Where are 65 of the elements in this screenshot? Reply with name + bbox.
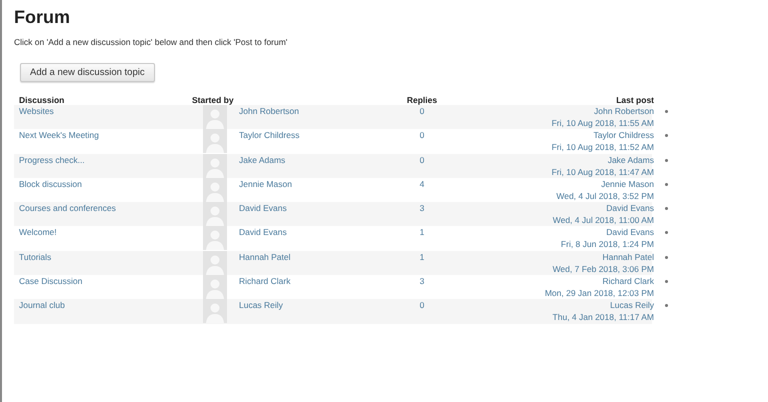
last-post-author-link[interactable]: Jake Adams	[608, 154, 654, 166]
page-title: Forum	[14, 6, 71, 28]
author-link[interactable]: David Evans	[239, 226, 287, 238]
discussion-link[interactable]: Websites	[19, 105, 54, 117]
discussion-link[interactable]: Journal club	[19, 299, 65, 312]
column-header: Started by	[192, 95, 235, 105]
author-link[interactable]: David Evans	[239, 202, 287, 214]
discussion-link[interactable]: Block discussion	[19, 178, 82, 190]
discussion-link[interactable]: Case Discussion	[19, 275, 82, 288]
discussion-link[interactable]: Progress check...	[19, 154, 85, 166]
add-discussion-button[interactable]: Add a new discussion topic	[20, 63, 155, 82]
last-post-date-link[interactable]: Fri, 10 Aug 2018, 11:47 AM	[552, 166, 654, 178]
last-post-date-link[interactable]: Wed, 4 Jul 2018, 11:00 AM	[552, 214, 654, 226]
author-link[interactable]: Richard Clark	[239, 275, 290, 288]
avatar-icon	[203, 226, 227, 250]
author-link[interactable]: Lucas Reily	[239, 299, 283, 312]
avatar-icon	[203, 178, 227, 202]
column-header: Discussion	[18, 95, 66, 105]
column-header: Replies	[406, 95, 438, 105]
last-post-date-link[interactable]: Thu, 4 Jan 2018, 11:17 AM	[552, 311, 654, 324]
bullet-icon	[664, 280, 668, 284]
bullet-icon	[664, 304, 668, 308]
bullet-icon	[664, 134, 668, 138]
avatar-icon	[203, 275, 227, 300]
column-header: Last post	[615, 95, 654, 105]
discussion-link[interactable]: Next Week's Meeting	[19, 129, 99, 142]
author-link[interactable]: Jennie Mason	[239, 178, 292, 190]
bullet-icon	[664, 182, 668, 186]
last-post-date-link[interactable]: Fri, 8 Jun 2018, 1:24 PM	[560, 238, 654, 250]
replies-link[interactable]: 1	[420, 250, 424, 263]
replies-link[interactable]: 0	[420, 154, 424, 166]
replies-link[interactable]: 0	[420, 105, 424, 117]
bullet-icon	[664, 256, 668, 259]
avatar-icon	[203, 129, 227, 154]
bullet-icon	[664, 110, 668, 113]
discussion-link[interactable]: Courses and conferences	[19, 202, 116, 214]
author-link[interactable]: John Robertson	[239, 105, 300, 117]
last-post-author-link[interactable]: John Robertson	[594, 105, 654, 117]
bullet-icon	[664, 231, 668, 234]
replies-link[interactable]: 0	[420, 129, 424, 142]
last-post-author-link[interactable]: Taylor Childress	[594, 129, 654, 142]
bullet-icon	[664, 158, 668, 162]
last-post-author-link[interactable]: Richard Clark	[602, 275, 654, 288]
replies-link[interactable]: 0	[420, 299, 424, 312]
bullet-icon	[664, 207, 668, 210]
last-post-author-link[interactable]: Hannah Patel	[602, 250, 654, 263]
replies-link[interactable]: 1	[420, 226, 424, 238]
last-post-author-link[interactable]: Jennie Mason	[601, 178, 654, 190]
instruction-text: Click on 'Add a new discussion topic' below and then click 'Post to forum'	[14, 37, 288, 48]
replies-link[interactable]: 3	[420, 275, 424, 288]
last-post-author-link[interactable]: Lucas Reily	[610, 299, 654, 312]
last-post-author-link[interactable]: David Evans	[606, 226, 654, 238]
author-link[interactable]: Taylor Childress	[239, 129, 300, 142]
last-post-date-link[interactable]: Wed, 7 Feb 2018, 3:06 PM	[552, 262, 654, 275]
last-post-date-link[interactable]: Fri, 10 Aug 2018, 11:55 AM	[552, 117, 654, 129]
last-post-date-link[interactable]: Mon, 29 Jan 2018, 12:03 PM	[544, 287, 654, 300]
last-post-author-link[interactable]: David Evans	[606, 202, 654, 214]
last-post-date-link[interactable]: Fri, 10 Aug 2018, 11:52 AM	[552, 141, 654, 154]
discussion-link[interactable]: Welcome!	[19, 226, 57, 238]
replies-link[interactable]: 3	[420, 202, 424, 214]
author-link[interactable]: Jake Adams	[239, 154, 286, 166]
last-post-date-link[interactable]: Wed, 4 Jul 2018, 3:52 PM	[556, 190, 654, 202]
discussion-link[interactable]: Tutorials	[19, 250, 52, 263]
replies-link[interactable]: 4	[420, 178, 424, 190]
author-link[interactable]: Hannah Patel	[239, 250, 291, 263]
